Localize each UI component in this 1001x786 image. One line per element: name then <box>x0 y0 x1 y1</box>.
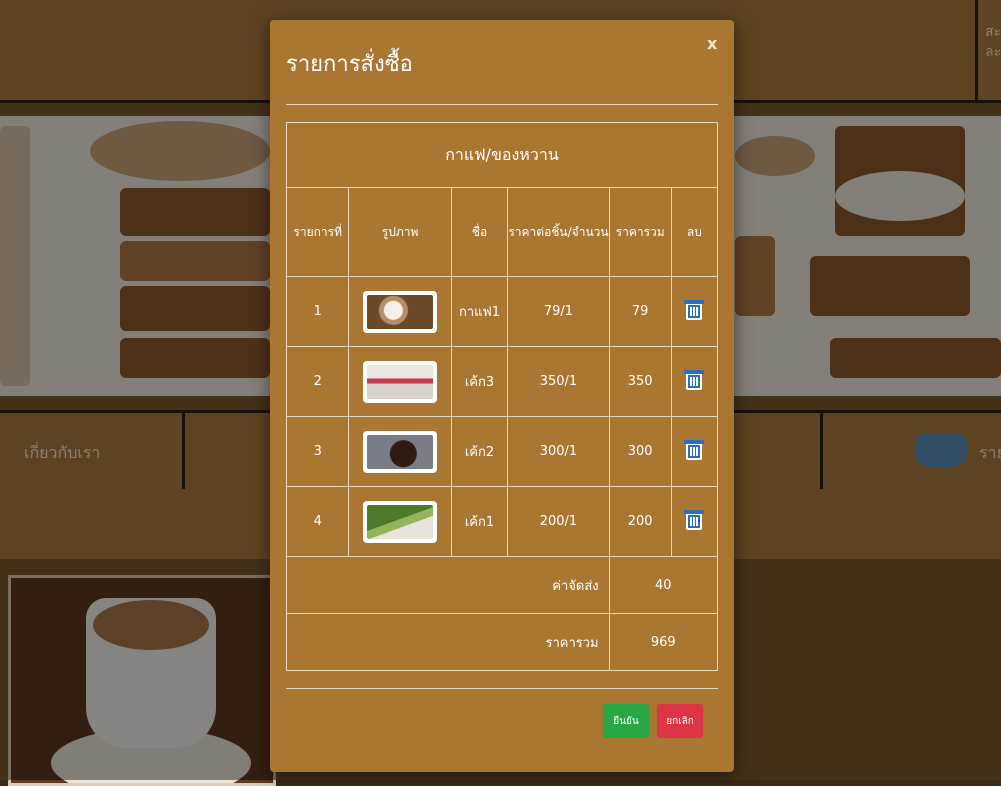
col-delete: ลบ <box>670 187 719 277</box>
col-price-qty: ราคาต่อชิ้น/จำนวน <box>507 187 610 277</box>
category-heading: กาแฟ/ของหวาน <box>286 122 718 188</box>
footer-divider <box>286 688 718 689</box>
product-image <box>348 416 452 487</box>
row-total: 300 <box>608 416 672 487</box>
row-price-qty: 300/1 <box>507 416 610 487</box>
row-price-qty: 79/1 <box>507 276 610 347</box>
delete-cell <box>670 486 719 557</box>
trash-icon[interactable] <box>684 299 705 320</box>
row-name: เค้ก2 <box>450 416 509 487</box>
row-total: 79 <box>608 276 672 347</box>
row-total: 350 <box>608 346 672 417</box>
row-name: เค้ก3 <box>450 346 509 417</box>
grand-total-label: ราคารวม <box>286 613 610 671</box>
row-index: 1 <box>285 276 350 347</box>
trash-icon[interactable] <box>684 369 705 390</box>
grand-total-value: 969 <box>608 613 719 671</box>
col-name: ชื่อ <box>450 187 509 277</box>
row-price-qty: 350/1 <box>507 346 610 417</box>
shipping-label: ค่าจัดส่ง <box>286 556 610 614</box>
table-row: 2 เค้ก3 350/1 350 <box>285 346 719 417</box>
shipping-row: ค่าจัดส่ง 40 <box>286 556 719 614</box>
order-table: กาแฟ/ของหวาน รายการที่ รูปภาพ ชื่อ ราคาต… <box>285 122 719 671</box>
trash-icon[interactable] <box>684 439 705 460</box>
product-image <box>348 346 452 417</box>
confirm-button[interactable]: ยืนยัน <box>603 704 649 738</box>
row-index: 2 <box>285 346 350 417</box>
grand-total-row: ราคารวม 969 <box>286 613 719 671</box>
close-icon[interactable]: x <box>707 34 717 53</box>
table-row: 3 เค้ก2 300/1 300 <box>285 416 719 487</box>
modal-title: รายการสั่งซื้อ <box>286 52 413 77</box>
delete-cell <box>670 416 719 487</box>
table-row: 1 กาแฟ1 79/1 79 <box>285 276 719 347</box>
row-name: เค้ก1 <box>450 486 509 557</box>
row-index: 4 <box>285 486 350 557</box>
row-index: 3 <box>285 416 350 487</box>
row-price-qty: 200/1 <box>507 486 610 557</box>
delete-cell <box>670 276 719 347</box>
table-row: 4 เค้ก1 200/1 200 <box>285 486 719 557</box>
order-modal: รายการสั่งซื้อ x กาแฟ/ของหวาน รายการที่ … <box>270 20 734 772</box>
col-total: ราคารวม <box>608 187 672 277</box>
shipping-value: 40 <box>608 556 719 614</box>
col-image: รูปภาพ <box>348 187 452 277</box>
row-name: กาแฟ1 <box>450 276 509 347</box>
product-image <box>348 486 452 557</box>
trash-icon[interactable] <box>684 509 705 530</box>
delete-cell <box>670 346 719 417</box>
row-total: 200 <box>608 486 672 557</box>
col-index: รายการที่ <box>285 187 350 277</box>
header-divider <box>286 104 718 105</box>
product-image <box>348 276 452 347</box>
cancel-button[interactable]: ยกเลิก <box>657 704 703 738</box>
